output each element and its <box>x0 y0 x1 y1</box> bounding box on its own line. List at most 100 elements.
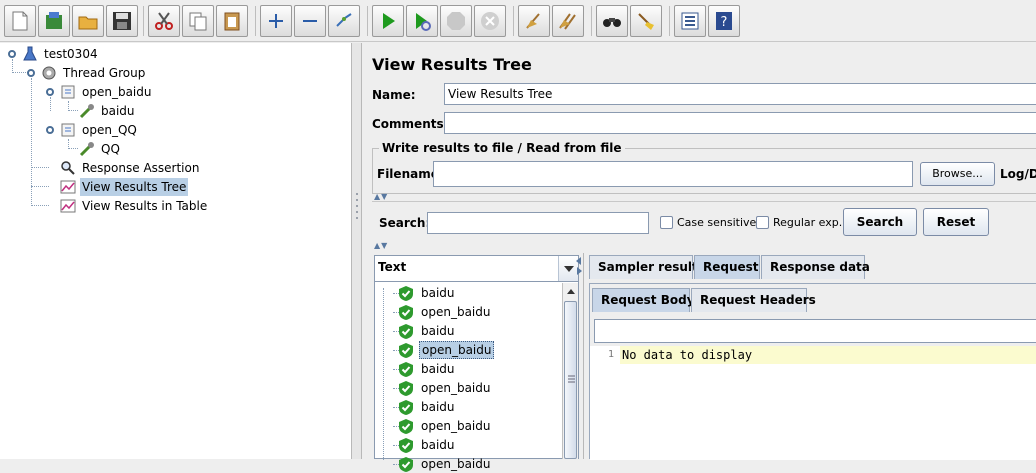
result-item[interactable]: baidu <box>419 398 457 416</box>
test-plan-icon <box>23 46 37 61</box>
browse-button[interactable]: Browse... <box>920 162 995 186</box>
result-item[interactable]: baidu <box>419 436 457 454</box>
tree-line <box>68 101 69 111</box>
tree-expand-handle[interactable] <box>46 88 54 96</box>
success-shield-icon <box>399 419 413 434</box>
tree-line <box>31 205 49 206</box>
result-item[interactable]: open_baidu <box>419 303 492 321</box>
toolbar-separator <box>513 6 514 36</box>
result-item[interactable]: baidu <box>419 322 457 340</box>
comments-field[interactable] <box>444 112 1036 134</box>
reset-search-button[interactable] <box>630 5 662 37</box>
tab-request-headers[interactable]: Request Headers <box>691 288 816 312</box>
tree-line <box>31 186 49 187</box>
search-label: Search: <box>379 216 431 230</box>
stop-button[interactable] <box>440 5 472 37</box>
tab-response-data[interactable]: Response data <box>761 255 870 279</box>
result-item[interactable]: open_baidu <box>419 341 495 359</box>
collapse-arrows[interactable]: ▲▼ <box>374 241 388 250</box>
save-icon <box>113 12 131 30</box>
log-display-label: Log/Di <box>1000 167 1036 181</box>
new-button[interactable] <box>4 5 36 37</box>
filename-label: Filename <box>377 167 439 181</box>
case-sensitive-label: Case sensitive <box>677 216 757 229</box>
name-field[interactable]: View Results Tree <box>444 83 1036 105</box>
shutdown-button[interactable] <box>474 5 506 37</box>
thread-group-icon <box>42 66 56 80</box>
success-shield-icon <box>399 457 413 472</box>
search-button-toolbar[interactable] <box>596 5 628 37</box>
results-splitter[interactable] <box>576 255 582 459</box>
case-sensitive-checkbox[interactable] <box>660 216 673 229</box>
line-number: 1 <box>590 346 620 460</box>
splitter-grip <box>356 217 358 219</box>
sampler-icon <box>79 142 94 157</box>
function-helper-icon <box>681 12 699 30</box>
tree-line <box>68 148 78 149</box>
open-button[interactable] <box>72 5 104 37</box>
tree-expand-handle[interactable] <box>27 69 35 77</box>
listener-icon <box>60 180 76 194</box>
result-item[interactable]: baidu <box>419 284 457 302</box>
body-search-field[interactable] <box>594 319 1036 343</box>
tab-sampler-result[interactable]: Sampler result <box>589 255 698 279</box>
result-item[interactable]: open_baidu <box>419 455 492 473</box>
tree-item-label: View Results in Table <box>82 199 208 213</box>
toolbar-separator <box>143 6 144 36</box>
tree-expand-handle[interactable] <box>46 126 54 134</box>
success-shield-icon <box>399 438 413 453</box>
stop-icon <box>447 12 465 30</box>
result-item[interactable]: open_baidu <box>419 417 492 435</box>
start-no-pauses-button[interactable] <box>406 5 438 37</box>
request-body-editor[interactable]: 1 No data to display <box>590 346 1036 460</box>
tab-request-body[interactable]: Request Body <box>592 288 695 312</box>
renderer-dropdown[interactable] <box>558 256 578 281</box>
cut-button[interactable] <box>148 5 180 37</box>
renderer-select[interactable]: Text <box>375 256 578 282</box>
toolbar-separator <box>255 6 256 36</box>
templates-button[interactable] <box>38 5 70 37</box>
search-input[interactable] <box>427 212 649 234</box>
divider <box>372 201 1036 202</box>
success-shield-icon <box>399 381 413 396</box>
tree-item-label: Thread Group <box>63 66 146 80</box>
result-item[interactable]: open_baidu <box>419 379 492 397</box>
copy-icon <box>189 12 207 31</box>
templates-icon <box>46 12 62 29</box>
tree-expand-handle[interactable] <box>8 50 16 58</box>
success-shield-icon <box>399 286 413 301</box>
copy-button[interactable] <box>182 5 214 37</box>
splitter-grip <box>356 199 358 201</box>
filename-field[interactable] <box>433 161 913 187</box>
search-button[interactable]: Search <box>843 208 917 236</box>
clear-button[interactable] <box>518 5 550 37</box>
tree-item-label: open_baidu <box>82 85 152 99</box>
search-icon <box>603 18 621 27</box>
help-button[interactable]: ? <box>708 5 740 37</box>
clear-all-icon <box>559 13 576 30</box>
file-group-title: Write results to file / Read from file <box>379 141 625 155</box>
regular-exp-checkbox[interactable] <box>756 216 769 229</box>
clear-icon <box>526 13 540 29</box>
collapse-button[interactable] <box>294 5 326 37</box>
collapse-arrows[interactable]: ▲▼ <box>374 192 388 201</box>
renderer-selected: Text <box>378 260 407 274</box>
clear-all-button[interactable] <box>552 5 584 37</box>
start-button[interactable] <box>372 5 404 37</box>
view-results-tree-panel: View Results Tree Name: View Results Tre… <box>363 43 1036 472</box>
start-no-pauses-icon <box>416 13 431 31</box>
toggle-button[interactable] <box>328 5 360 37</box>
main-splitter[interactable] <box>352 43 362 459</box>
tree-item-label: Response Assertion <box>82 161 200 175</box>
results-list: Text baidu open_baidu baidu open_baidu baidu… <box>374 255 579 472</box>
reset-button[interactable]: Reset <box>923 208 989 236</box>
tab-request[interactable]: Request <box>694 255 760 279</box>
paste-button[interactable] <box>216 5 248 37</box>
toggle-icon <box>336 13 352 27</box>
save-button[interactable] <box>106 5 138 37</box>
expand-button[interactable] <box>260 5 292 37</box>
result-item[interactable]: baidu <box>419 360 457 378</box>
assertion-icon <box>61 161 75 175</box>
svg-text:?: ? <box>721 15 728 30</box>
function-helper-button[interactable] <box>674 5 706 37</box>
